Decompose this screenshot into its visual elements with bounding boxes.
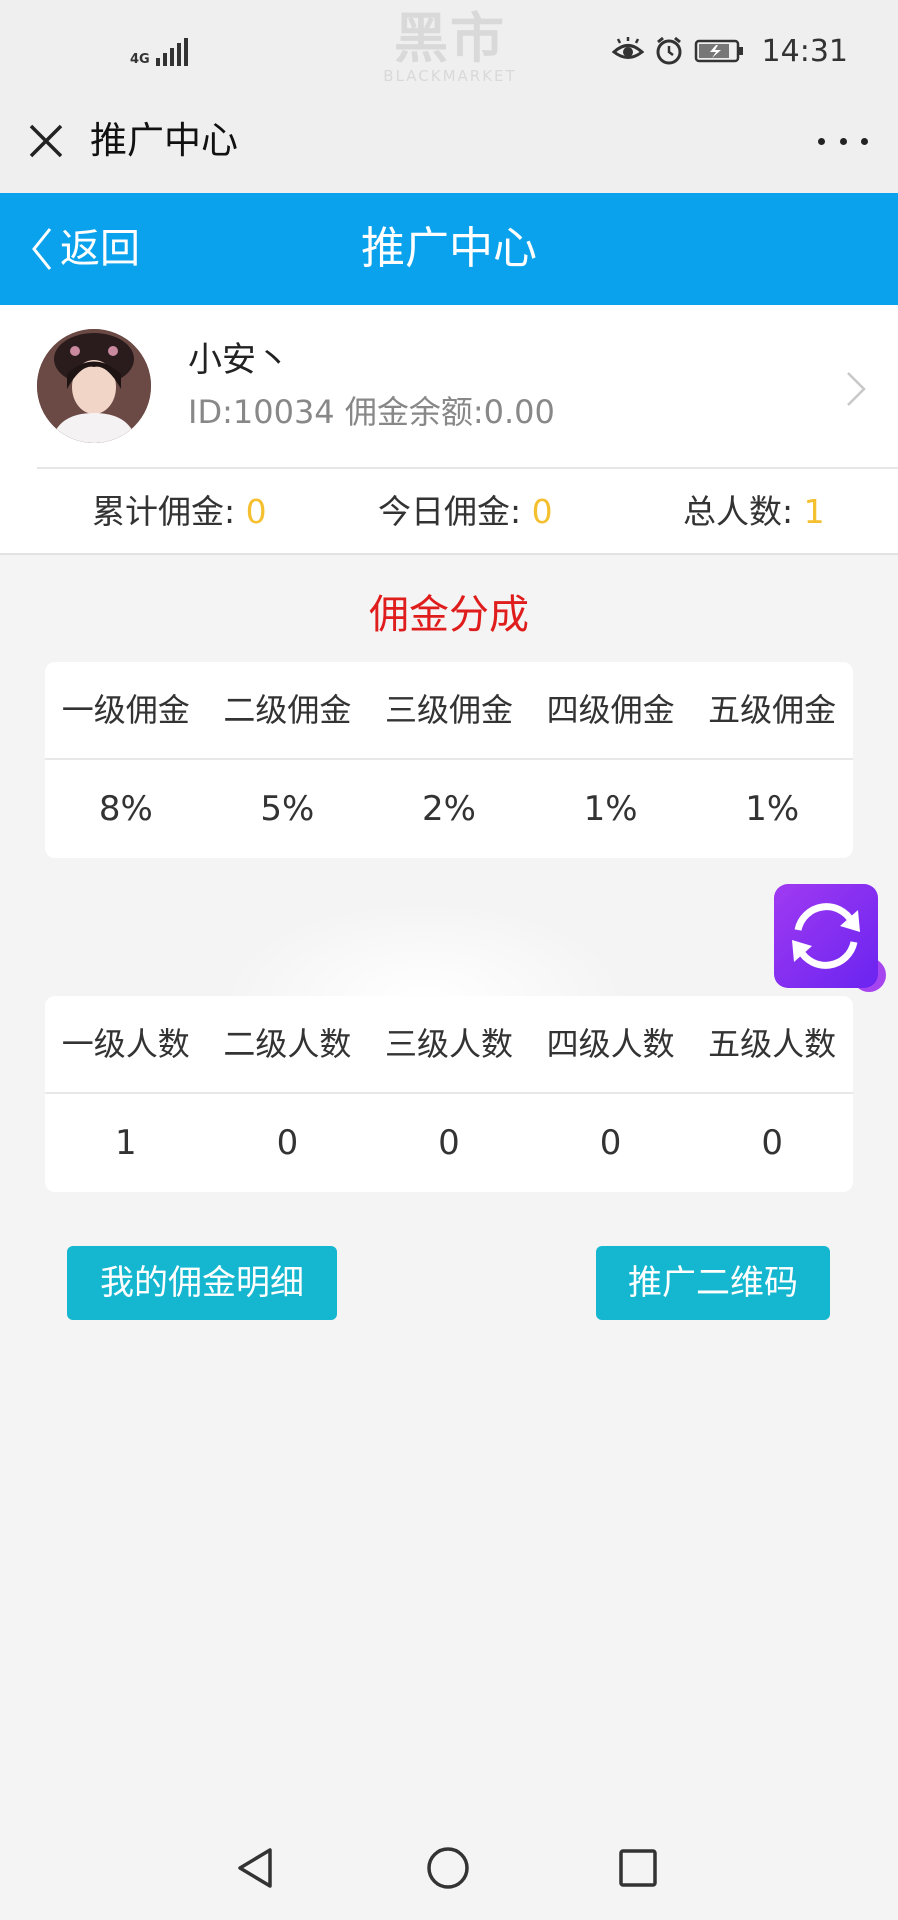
table-cell: 0 [276,1123,299,1163]
table-header-cell: 二级人数 [223,1025,352,1063]
table-cell: 0 [599,1123,622,1163]
stats-row: 累计佣金: 0 今日佣金: 0 总人数: 1 [0,469,898,555]
table-cell: 0 [761,1123,783,1163]
table-header-row: 一级人数 二级人数 三级人数 四级人数 五级人数 [45,996,853,1094]
clock: 14:31 [761,33,848,69]
status-bar: 4G 黑市 BLACKMARKET 14:31 [0,0,898,100]
user-name: 小安丶 [188,340,290,380]
webview-title: 推广中心 [90,119,238,162]
stat-today-commission: 今日佣金: 0 [378,489,553,535]
table-header-cell: 五级佣金 [708,691,837,729]
stat-label: 今日佣金: [378,492,532,531]
chevron-right-icon [847,372,866,406]
refresh-icon [792,903,860,969]
table-header-cell: 一级人数 [61,1025,190,1063]
stat-total-members: 总人数: 1 [683,489,825,535]
signal-icon: 4G [130,36,188,66]
table-cell: 0 [438,1123,460,1163]
section-title: 佣金分成 [369,592,529,638]
nav-recent-icon[interactable] [612,1842,664,1894]
nav-back-icon[interactable] [230,1842,282,1894]
qr-code-button[interactable]: 推广二维码 [596,1246,830,1320]
table-cell: 5% [260,789,315,829]
table-cell: 1% [583,789,638,829]
stat-label: 总人数: [683,492,804,531]
table-header-cell: 四级人数 [546,1025,675,1063]
table-header-row: 一级佣金 二级佣金 三级佣金 四级佣金 五级佣金 [45,662,853,760]
battery-charging-icon [694,39,743,63]
table-cell: 1 [114,1123,137,1163]
commission-table: 一级佣金 二级佣金 三级佣金 四级佣金 五级佣金 8% 5% 2% 1% 1% [45,662,853,858]
watermark-main: 黑市 [394,7,506,70]
table-header-cell: 三级佣金 [384,691,513,729]
table-header-cell: 四级佣金 [546,691,675,729]
avatar [37,329,151,443]
table-cell: 1% [745,789,800,829]
table-row: 8% 5% 2% 1% 1% [45,760,853,858]
table-header-cell: 一级佣金 [61,691,190,729]
alarm-icon [656,36,682,65]
close-icon[interactable] [25,120,67,162]
system-nav-bar [0,1818,898,1920]
page-header: 返回 推广中心 [0,193,898,305]
stat-total-commission: 累计佣金: 0 [92,489,267,535]
page-title: 推广中心 [361,223,537,274]
stat-value: 0 [531,492,553,531]
profile-card[interactable]: 小安丶 ID:10034 佣金余额:0.00 累计佣金: 0 今日佣金: 0 总… [0,305,898,555]
table-row: 1 0 0 0 0 [45,1094,853,1192]
decorative-glow [220,900,630,1000]
table-cell: 2% [422,789,476,829]
eye-icon [611,37,644,59]
table-cell: 8% [98,789,153,829]
network-type: 4G [130,52,150,67]
more-icon[interactable] [818,126,868,156]
webview-title-bar: 推广中心 [0,100,898,193]
stat-value: 1 [803,492,825,531]
commission-detail-button[interactable]: 我的佣金明细 [67,1246,337,1320]
stat-label: 累计佣金: [92,492,246,531]
refresh-button[interactable] [774,884,878,988]
stat-value: 0 [245,492,267,531]
table-header-cell: 二级佣金 [223,691,352,729]
watermark: 黑市 BLACKMARKET [380,7,520,85]
user-id-balance: ID:10034 佣金余额:0.00 [188,393,555,431]
table-header-cell: 五级人数 [708,1025,837,1063]
status-icons: 14:31 [611,30,848,72]
table-header-cell: 三级人数 [384,1025,513,1063]
watermark-sub: BLACKMARKET [383,67,517,85]
nav-home-icon[interactable] [422,1842,474,1894]
members-table: 一级人数 二级人数 三级人数 四级人数 五级人数 1 0 0 0 0 [45,996,853,1192]
